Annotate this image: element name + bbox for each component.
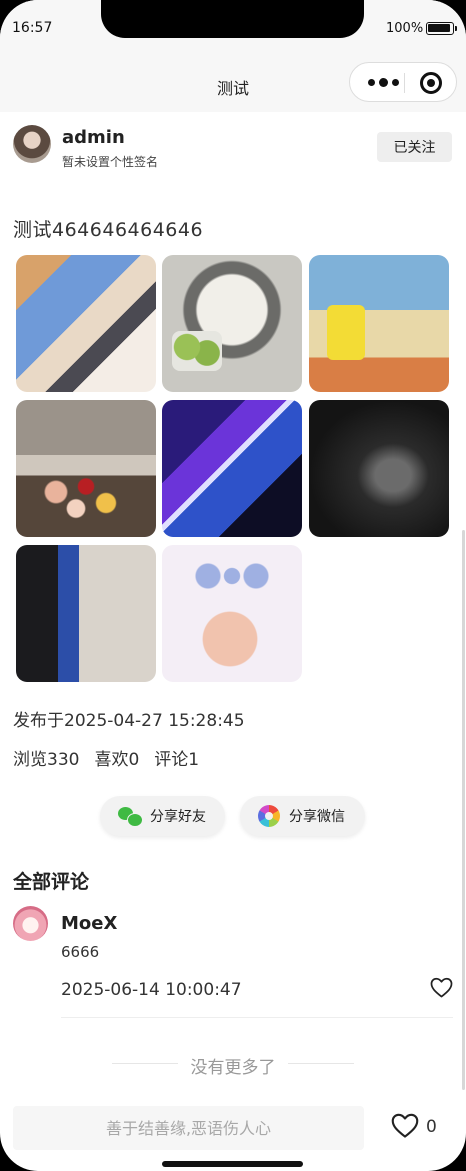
publish-time: 发布于2025-04-27 15:28:45 — [13, 711, 245, 731]
gallery-image[interactable] — [16, 400, 156, 537]
share-friend-button[interactable]: 分享好友 — [100, 796, 225, 836]
post-stats: 浏览330 喜欢0 评论1 — [13, 745, 199, 770]
comments-count: 评论1 — [154, 750, 200, 770]
more-dots-icon[interactable] — [368, 78, 399, 87]
gallery-image[interactable] — [162, 545, 302, 682]
views-count: 浏览330 — [13, 750, 80, 770]
heart-icon[interactable] — [430, 977, 453, 998]
home-indicator — [162, 1161, 303, 1167]
capsule-divider — [404, 73, 405, 93]
gallery-image[interactable] — [162, 400, 302, 537]
post-title: 测试464646464646 — [13, 219, 204, 241]
phone-screen: 16:57 100% 测试 admin 暂未设置个性签名 已关注 测试46464… — [0, 0, 466, 1171]
wechat-icon — [118, 806, 143, 827]
comment-avatar[interactable] — [13, 906, 48, 941]
battery-percent: 100% — [386, 21, 424, 36]
gallery-image[interactable] — [162, 255, 302, 392]
scrollbar[interactable] — [462, 530, 465, 1090]
like-count: 0 — [426, 1117, 437, 1137]
comment-divider — [61, 1017, 453, 1018]
share-wechat-label: 分享微信 — [289, 808, 345, 824]
heart-icon[interactable] — [391, 1112, 419, 1139]
comment-text: 6666 — [61, 943, 100, 961]
author-name[interactable]: admin — [62, 127, 125, 148]
mini-program-capsule — [349, 62, 457, 102]
author-signature: 暂未设置个性签名 — [62, 155, 159, 169]
divider-right — [288, 1063, 354, 1064]
comments-title: 全部评论 — [13, 871, 90, 893]
gallery-image[interactable] — [309, 255, 449, 392]
notch — [101, 0, 364, 38]
share-row: 分享好友 分享微信 — [0, 796, 466, 836]
moments-icon — [258, 805, 280, 827]
comment-author: MoeX — [61, 913, 118, 934]
nav-bar: 测试 — [0, 56, 466, 112]
gallery-image[interactable] — [309, 400, 449, 537]
comment-time: 2025-06-14 10:00:47 — [61, 980, 242, 1000]
comment-input[interactable] — [13, 1106, 364, 1150]
gallery-image[interactable] — [16, 255, 156, 392]
share-wechat-button[interactable]: 分享微信 — [240, 796, 365, 836]
author-header: admin 暂未设置个性签名 已关注 — [0, 125, 466, 169]
status-time: 16:57 — [12, 20, 53, 36]
no-more-text: 没有更多了 — [190, 1058, 276, 1078]
follow-button[interactable]: 已关注 — [377, 132, 452, 162]
likes-count: 喜欢0 — [94, 750, 140, 770]
share-friend-label: 分享好友 — [150, 808, 206, 824]
battery-icon — [426, 22, 457, 35]
avatar[interactable] — [13, 125, 51, 163]
target-icon[interactable] — [420, 72, 442, 94]
gallery-image[interactable] — [16, 545, 156, 682]
status-bar: 16:57 100% — [0, 0, 466, 56]
